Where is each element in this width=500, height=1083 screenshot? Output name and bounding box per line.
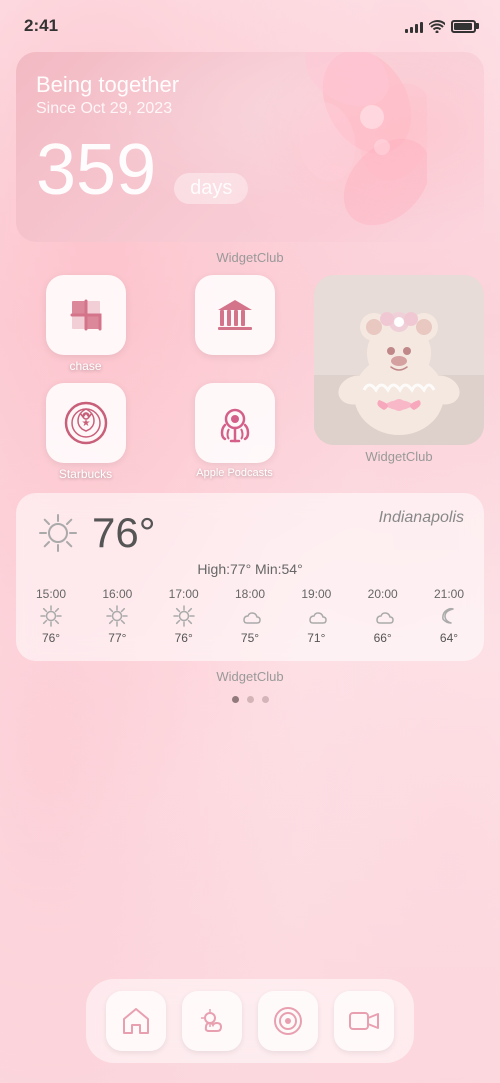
hour-time-label: 18:00 <box>235 587 265 601</box>
podcasts-app-wrapper[interactable]: Apple Podcasts <box>165 383 304 481</box>
relationship-widgetclub-label: WidgetClub <box>0 250 500 265</box>
status-icons <box>405 19 476 33</box>
relationship-days: days <box>174 173 248 204</box>
weather-hour-item: 17:00 76° <box>169 587 199 645</box>
chase-app-icon[interactable] <box>46 275 126 355</box>
page-dot-2 <box>247 696 254 703</box>
target-icon <box>272 1005 304 1037</box>
relationship-subtitle: Since Oct 29, 2023 <box>36 100 464 118</box>
app-grid-section: chase <box>0 271 500 485</box>
starbucks-app-icon[interactable]: ★ <box>46 383 126 463</box>
hour-temp-label: 71° <box>307 631 325 645</box>
weather-hour-item: 18:00 75° <box>235 587 265 645</box>
dock-home-icon[interactable] <box>106 991 166 1051</box>
starbucks-app-label: Starbucks <box>59 467 112 481</box>
weather-temperature: 76° <box>92 509 156 557</box>
cloud-weather-icon <box>305 605 327 627</box>
weather-widget: 76° Indianapolis High:77° Min:54° 15:00 … <box>16 493 484 661</box>
page-dots <box>0 696 500 703</box>
weather-city: Indianapolis <box>379 509 464 526</box>
photo-widget <box>314 275 484 445</box>
weather-hour-item: 20:00 66° <box>368 587 398 645</box>
status-bar: 2:41 <box>0 0 500 44</box>
app-grid: chase <box>16 275 304 481</box>
dock-weather-icon[interactable] <box>182 991 242 1051</box>
podcasts-logo-icon <box>211 399 259 447</box>
hour-temp-label: 77° <box>108 631 126 645</box>
bank-app-wrapper[interactable] <box>165 275 304 373</box>
starbucks-app-wrapper[interactable]: ★ Starbucks <box>16 383 155 481</box>
dock-target-icon[interactable] <box>258 991 318 1051</box>
bank-icon <box>210 290 260 340</box>
hour-time-label: 17:00 <box>169 587 199 601</box>
weather-hour-item: 16:00 77° <box>102 587 132 645</box>
bank-app-icon[interactable] <box>195 275 275 355</box>
moon-weather-icon <box>438 605 460 627</box>
cloud-sun-icon <box>196 1005 228 1037</box>
hour-time-label: 21:00 <box>434 587 464 601</box>
hour-temp-label: 66° <box>374 631 392 645</box>
relationship-title: Being together <box>36 72 464 98</box>
photo-widgetclub-label: WidgetClub <box>365 449 432 464</box>
page-dot-1 <box>232 696 239 703</box>
hour-temp-label: 64° <box>440 631 458 645</box>
page-dot-3 <box>262 696 269 703</box>
battery-icon <box>451 20 476 33</box>
wifi-icon <box>429 20 445 33</box>
photo-widget-wrapper: WidgetClub <box>314 275 484 481</box>
cloud-weather-icon <box>239 605 261 627</box>
chase-app-label: chase <box>69 359 101 373</box>
weather-high-low: High:77° Min:54° <box>36 561 464 577</box>
cloud-weather-icon <box>372 605 394 627</box>
weather-sun-icon <box>36 511 80 555</box>
chase-app-wrapper[interactable]: chase <box>16 275 155 373</box>
hour-time-label: 16:00 <box>102 587 132 601</box>
relationship-count: 359 <box>36 134 156 206</box>
starbucks-logo-icon: ★ <box>62 399 110 447</box>
chase-logo-icon <box>64 293 108 337</box>
home-icon <box>120 1005 152 1037</box>
sun-weather-icon <box>106 605 128 627</box>
hour-temp-label: 76° <box>175 631 193 645</box>
weather-hour-item: 15:00 76° <box>36 587 66 645</box>
sun-weather-icon <box>173 605 195 627</box>
hour-time-label: 20:00 <box>368 587 398 601</box>
signal-icon <box>405 19 423 33</box>
weather-hour-item: 19:00 71° <box>301 587 331 645</box>
hour-temp-label: 75° <box>241 631 259 645</box>
svg-text:★: ★ <box>81 418 90 429</box>
weather-widgetclub-label: WidgetClub <box>0 669 500 684</box>
dock <box>86 979 414 1063</box>
podcasts-app-icon[interactable] <box>195 383 275 463</box>
status-time: 2:41 <box>24 16 58 36</box>
relationship-widget: Being together Since Oct 29, 2023 359 da… <box>16 52 484 242</box>
hour-time-label: 15:00 <box>36 587 66 601</box>
video-camera-icon <box>348 1005 380 1037</box>
sun-weather-icon <box>40 605 62 627</box>
dock-video-icon[interactable] <box>334 991 394 1051</box>
hour-temp-label: 76° <box>42 631 60 645</box>
weather-hour-item: 21:00 64° <box>434 587 464 645</box>
podcasts-app-label: Apple Podcasts <box>196 467 272 479</box>
weather-hourly: 15:00 76° 16:00 <box>36 587 464 645</box>
hour-time-label: 19:00 <box>301 587 331 601</box>
